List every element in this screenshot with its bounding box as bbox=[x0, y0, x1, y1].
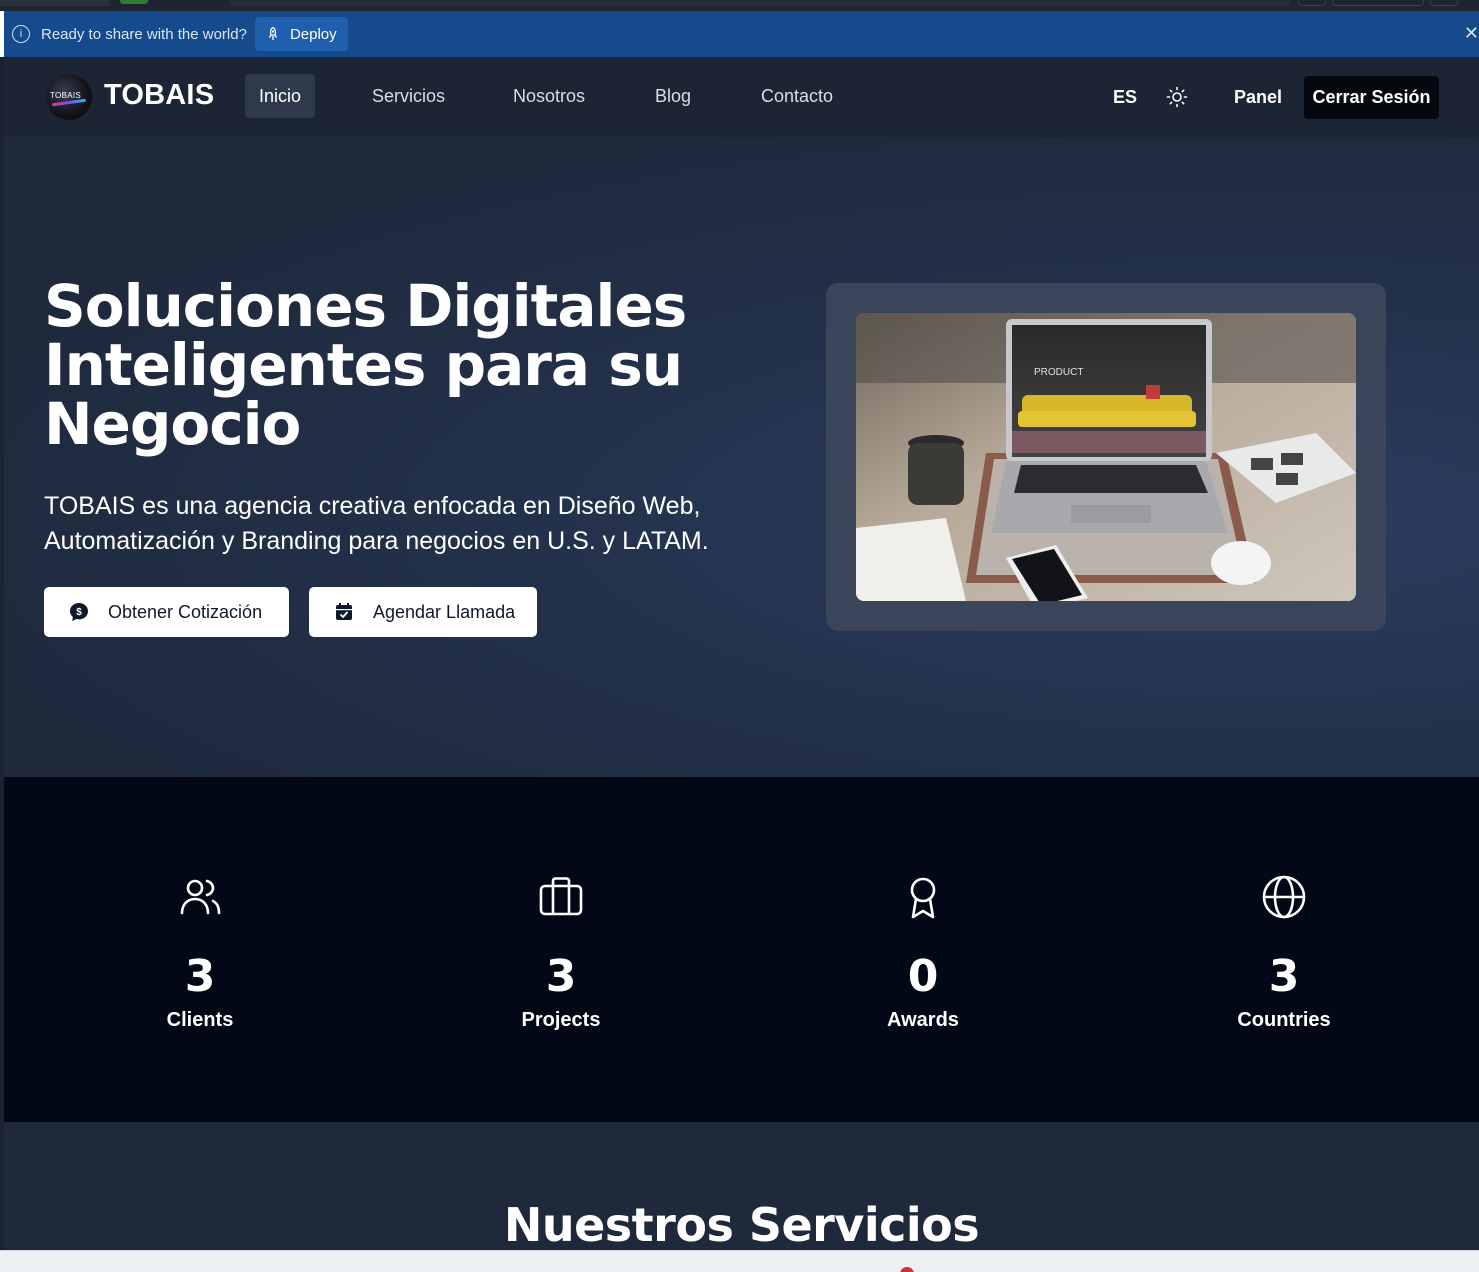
stat-awards: 0 Awards bbox=[823, 873, 1023, 1032]
stat-value: 3 bbox=[545, 951, 577, 1002]
nav-link-contacto[interactable]: Contacto bbox=[761, 74, 833, 118]
logo-text: TOBAIS bbox=[50, 91, 81, 100]
stat-value: 3 bbox=[1268, 951, 1300, 1002]
stat-label: Projects bbox=[521, 1009, 601, 1031]
banner-message: Ready to share with the world? bbox=[41, 25, 247, 43]
award-icon bbox=[910, 877, 936, 919]
stat-projects: 3 Projects bbox=[461, 873, 661, 1032]
hero-image: PRODUCT bbox=[856, 313, 1356, 601]
stat-value: 0 bbox=[907, 951, 939, 1002]
stat-clients: 3 Clients bbox=[100, 873, 300, 1032]
hero-title: Soluciones Digitales Inteligentes para s… bbox=[44, 272, 687, 458]
schedule-call-button[interactable]: Agendar Llamada bbox=[309, 587, 537, 637]
globe-icon bbox=[1262, 875, 1306, 919]
browser-address-bar[interactable] bbox=[230, 0, 1290, 6]
stat-label: Clients bbox=[166, 1009, 234, 1031]
panel-link[interactable]: Panel bbox=[1234, 87, 1282, 108]
screen-product-text: PRODUCT bbox=[1034, 367, 1083, 378]
schedule-call-label: Agendar Llamada bbox=[373, 601, 516, 622]
hero-subtitle: TOBAIS es una agencia creativa enfocada … bbox=[44, 492, 709, 555]
rocket-icon bbox=[268, 26, 278, 40]
browser-chrome-strip bbox=[0, 0, 1479, 11]
nav-link-blog[interactable]: Blog bbox=[655, 74, 691, 118]
browser-button[interactable] bbox=[1332, 0, 1424, 6]
browser-status-strip bbox=[0, 1250, 1479, 1272]
nav-link-nosotros[interactable]: Nosotros bbox=[513, 74, 585, 118]
stat-label: Countries bbox=[1237, 1009, 1331, 1031]
language-switch[interactable]: ES bbox=[1113, 87, 1137, 108]
browser-tab-indicator bbox=[120, 0, 148, 4]
hero-section: Soluciones Digitales Inteligentes para s… bbox=[4, 137, 1479, 777]
calendar-check-icon bbox=[336, 603, 352, 620]
svg-text:$: $ bbox=[76, 607, 82, 618]
sun-icon[interactable] bbox=[1166, 86, 1188, 108]
briefcase-icon bbox=[539, 877, 583, 916]
close-icon[interactable]: ✕ bbox=[1464, 23, 1479, 44]
stat-value: 3 bbox=[184, 951, 216, 1002]
services-heading: Nuestros Servicios bbox=[503, 1198, 980, 1250]
get-quote-button[interactable]: $ Obtener Cotización bbox=[44, 587, 289, 637]
logo[interactable]: TOBAIS bbox=[46, 74, 92, 120]
browser-tab[interactable] bbox=[0, 0, 110, 6]
nav-link-inicio[interactable]: Inicio bbox=[245, 74, 316, 118]
get-quote-label: Obtener Cotización bbox=[108, 601, 263, 622]
navbar: TOBAIS TOBAIS Inicio Servicios Nosotros … bbox=[4, 57, 1479, 137]
dollar-chat-icon: $ bbox=[70, 603, 88, 621]
browser-button[interactable] bbox=[1430, 0, 1458, 6]
info-icon: i bbox=[12, 25, 30, 43]
notification-dot-icon bbox=[900, 1267, 914, 1272]
browser-button[interactable] bbox=[1298, 0, 1326, 6]
stats-section: 3 Clients 3 Projects 0 Awards 3 Countrie… bbox=[4, 777, 1479, 1122]
stat-label: Awards bbox=[887, 1009, 959, 1031]
nav-link-servicios[interactable]: Servicios bbox=[372, 74, 445, 118]
deploy-banner: i Ready to share with the world? Deploy … bbox=[4, 11, 1479, 57]
stat-countries: 3 Countries bbox=[1184, 873, 1384, 1032]
deploy-label: Deploy bbox=[289, 25, 337, 43]
users-icon bbox=[180, 879, 221, 915]
services-section: Nuestros Servicios bbox=[4, 1122, 1479, 1250]
hero-image-card: PRODUCT bbox=[826, 283, 1386, 631]
deploy-button[interactable]: Deploy bbox=[254, 17, 348, 51]
brand-name[interactable]: TOBAIS bbox=[104, 79, 214, 112]
logout-button[interactable]: Cerrar Sesión bbox=[1304, 76, 1439, 119]
